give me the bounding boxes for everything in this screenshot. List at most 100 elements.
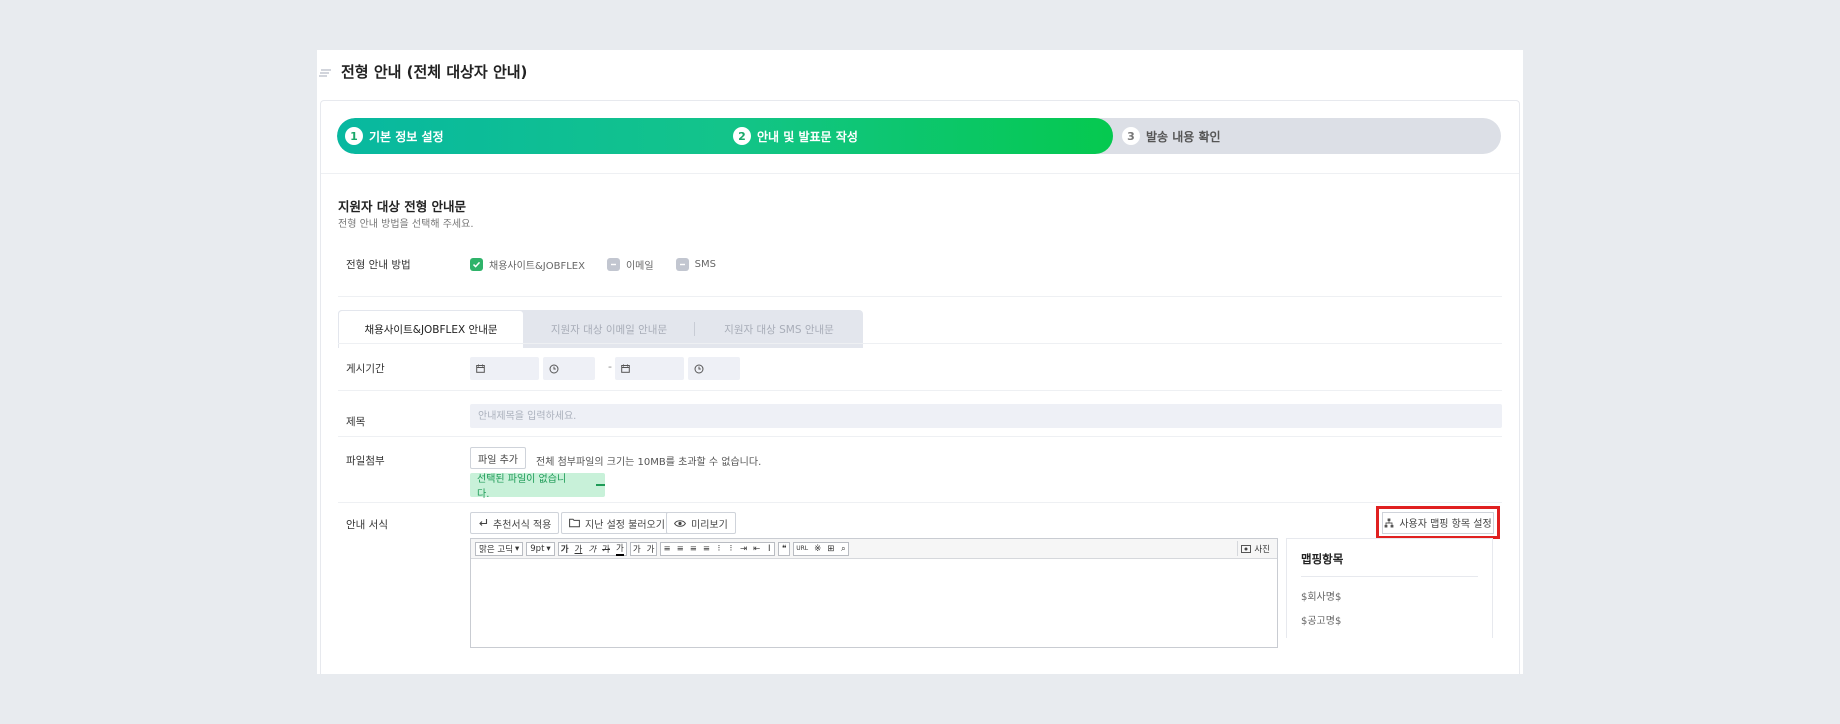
method-options: 채용사이트&JOBFLEX 이메일 SMS bbox=[470, 257, 716, 272]
quote-icon[interactable]: ❝ bbox=[781, 544, 787, 554]
divider bbox=[321, 173, 1519, 174]
italic-icon[interactable]: 가 bbox=[588, 543, 596, 555]
minus-icon bbox=[606, 258, 620, 271]
step-progress-fill bbox=[337, 118, 1113, 154]
period-separator: - bbox=[608, 360, 612, 373]
divider bbox=[338, 502, 1502, 503]
clock-icon bbox=[694, 364, 704, 373]
underline-icon[interactable]: 가 bbox=[575, 543, 583, 555]
link-icon[interactable]: URL bbox=[796, 545, 808, 552]
attachment-note: 전체 첨부파일의 크기는 10MB를 초과할 수 없습니다. bbox=[536, 457, 762, 468]
step-2[interactable]: 2 안내 및 발표문 작성 bbox=[733, 118, 858, 154]
selected-file-chip: 선택된 파일이 없습니다. bbox=[470, 473, 605, 500]
superscript-icon[interactable]: 가 bbox=[633, 543, 641, 555]
mapping-item[interactable]: $회사명$ bbox=[1301, 588, 1478, 603]
checkbox-label: 채용사이트&JOBFLEX bbox=[489, 261, 585, 272]
button-label: 지난 설정 불러오기 bbox=[585, 519, 665, 531]
bullet-list-icon[interactable]: ⁝ bbox=[728, 544, 734, 554]
step-number: 1 bbox=[345, 127, 363, 145]
chevron-down-icon: ▾ bbox=[514, 543, 520, 554]
divider bbox=[338, 436, 1502, 437]
button-label: 사용자 맵핑 항목 설정 bbox=[1399, 519, 1492, 530]
calendar-icon bbox=[621, 364, 630, 373]
outdent-icon[interactable]: ⇤ bbox=[753, 544, 760, 554]
rich-text-editor[interactable]: 맑은 고딕 ▾ 9pt ▾ 가 가 가 가 가 가 가 ≡ ≡ ≡ ≡ ⁝ ⁝ … bbox=[470, 538, 1278, 648]
align-justify-icon[interactable]: ≡ bbox=[703, 544, 710, 554]
clear-format-icon[interactable]: Ⅰ bbox=[766, 544, 772, 554]
preview-button[interactable]: 미리보기 bbox=[666, 512, 736, 534]
step-progress: 1 기본 정보 설정 2 안내 및 발표문 작성 3 발송 내용 확인 bbox=[337, 118, 1501, 154]
subject-label: 제목 bbox=[346, 416, 366, 428]
checkbox-email[interactable]: 이메일 bbox=[606, 257, 654, 272]
insert-photo-button[interactable]: 사진 bbox=[1237, 541, 1273, 556]
user-mapping-settings-button[interactable]: 사용자 맵핑 항목 설정 bbox=[1376, 506, 1500, 539]
start-date-input[interactable] bbox=[470, 357, 539, 380]
folder-icon bbox=[569, 518, 580, 528]
indent-icon[interactable]: ⇥ bbox=[740, 544, 747, 554]
step-3[interactable]: 3 발송 내용 확인 bbox=[1122, 118, 1221, 154]
end-time-input[interactable] bbox=[688, 357, 740, 380]
no-file-text: 선택된 파일이 없습니다. bbox=[477, 474, 567, 500]
align-center-icon[interactable]: ≡ bbox=[677, 544, 684, 554]
subscript-icon[interactable]: 가 bbox=[647, 543, 655, 555]
align-right-icon[interactable]: ≡ bbox=[690, 544, 697, 554]
step-number: 2 bbox=[733, 127, 751, 145]
font-size-value: 9pt bbox=[530, 543, 545, 554]
eye-icon bbox=[674, 519, 686, 527]
checkbox-label: 이메일 bbox=[625, 261, 654, 272]
load-previous-button[interactable]: 지난 설정 불러오기 bbox=[561, 512, 673, 534]
page-header: 전형 안내 (전체 대상자 안내) bbox=[319, 61, 527, 82]
editor-toolbar: 맑은 고딕 ▾ 9pt ▾ 가 가 가 가 가 가 가 ≡ ≡ ≡ ≡ ⁝ ⁝ … bbox=[471, 539, 1277, 559]
special-char-icon[interactable]: ※ bbox=[814, 544, 821, 554]
text-style-group: 가 가 가 가 가 bbox=[557, 541, 627, 556]
step-number: 3 bbox=[1122, 127, 1140, 145]
checkbox-sms[interactable]: SMS bbox=[675, 258, 716, 271]
divider bbox=[338, 296, 1502, 297]
font-family-select[interactable]: 맑은 고딕 ▾ bbox=[475, 541, 524, 556]
remove-icon[interactable] bbox=[596, 484, 605, 486]
clock-icon bbox=[549, 364, 559, 373]
end-date-input[interactable] bbox=[615, 357, 684, 380]
minus-icon bbox=[675, 258, 689, 271]
subject-input[interactable] bbox=[470, 404, 1502, 428]
enter-arrow-icon bbox=[479, 519, 488, 526]
step-1[interactable]: 1 기본 정보 설정 bbox=[345, 118, 444, 154]
align-left-icon[interactable]: ≡ bbox=[663, 544, 670, 554]
table-icon[interactable]: ⊞ bbox=[827, 544, 834, 554]
guide-label: 안내 서식 bbox=[346, 519, 388, 531]
photo-icon bbox=[1241, 544, 1252, 553]
page-title: 전형 안내 (전체 대상자 안내) bbox=[341, 63, 528, 81]
step-label: 발송 내용 확인 bbox=[1146, 129, 1221, 144]
mapping-item[interactable]: $공고명$ bbox=[1301, 612, 1478, 627]
step-label: 기본 정보 설정 bbox=[369, 129, 444, 144]
section-title: 지원자 대상 전형 안내문 bbox=[338, 199, 467, 214]
divider bbox=[338, 390, 1502, 391]
mapping-title: 맵핑항목 bbox=[1301, 551, 1478, 577]
button-label: 추천서식 적용 bbox=[493, 519, 552, 531]
strikethrough-icon[interactable]: 가 bbox=[602, 543, 610, 555]
apply-recommended-button[interactable]: 추천서식 적용 bbox=[470, 512, 560, 534]
period-label: 게시기간 bbox=[346, 363, 385, 375]
start-time-input[interactable] bbox=[543, 357, 595, 380]
checkbox-jobflex[interactable]: 채용사이트&JOBFLEX bbox=[470, 257, 585, 272]
bold-icon[interactable]: 가 bbox=[561, 543, 569, 555]
ordered-list-icon[interactable]: ⁝ bbox=[716, 544, 722, 554]
font-size-select[interactable]: 9pt ▾ bbox=[526, 541, 555, 556]
attachment-label: 파일첨부 bbox=[346, 455, 385, 467]
font-value: 맑은 고딕 bbox=[479, 544, 513, 555]
quote-group: ❝ bbox=[778, 541, 791, 556]
font-color-icon[interactable]: 가 bbox=[616, 542, 624, 556]
calendar-icon bbox=[476, 364, 485, 373]
photo-label: 사진 bbox=[1254, 544, 1270, 555]
menu-lines-icon bbox=[319, 68, 331, 77]
mapping-button-inner: 사용자 맵핑 항목 설정 bbox=[1382, 511, 1494, 534]
main-panel: 전형 안내 (전체 대상자 안내) 1 기본 정보 설정 2 안내 및 발표문 … bbox=[317, 50, 1523, 674]
hierarchy-icon bbox=[1384, 518, 1394, 527]
section-subtitle: 전형 안내 방법을 선택해 주세요. bbox=[338, 219, 474, 230]
add-file-button[interactable]: 파일 추가 bbox=[470, 447, 526, 469]
chevron-down-icon: ▾ bbox=[546, 543, 551, 554]
method-label: 전형 안내 방법 bbox=[346, 259, 411, 271]
checkbox-label: SMS bbox=[694, 259, 716, 270]
find-icon[interactable]: ⌕ bbox=[840, 544, 846, 554]
step-label: 안내 및 발표문 작성 bbox=[757, 129, 858, 144]
